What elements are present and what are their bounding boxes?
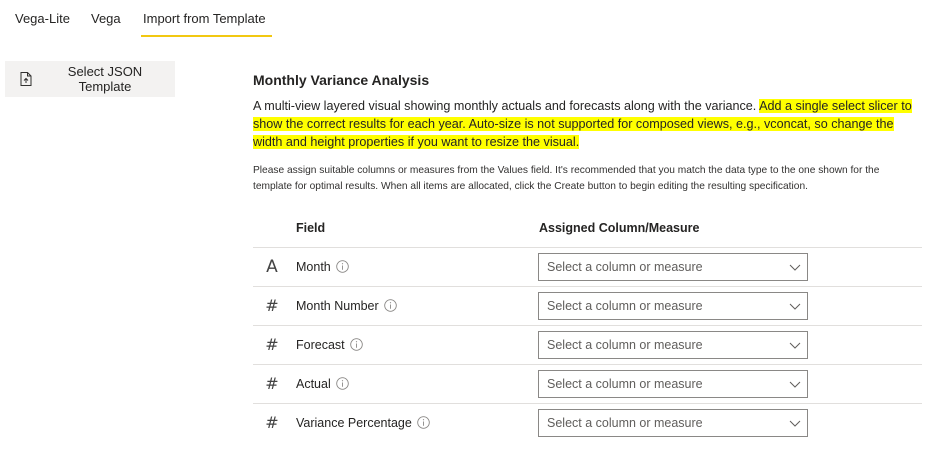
number-type-icon: # [265,374,279,393]
description-text: A multi-view layered visual showing mont… [253,99,760,113]
column-measure-dropdown[interactable]: Select a column or measure [538,253,808,281]
number-type-icon: # [265,413,279,432]
table-row: # Actual Select a column or measure [253,365,922,404]
file-upload-icon [19,71,33,87]
field-name: Variance Percentage [296,416,430,430]
info-icon[interactable] [335,377,349,390]
table-row: A Month Select a column or measure [253,248,922,287]
select-json-template-button[interactable]: Select JSON Template [5,61,175,97]
tab-import-from-template[interactable]: Import from Template [143,11,266,26]
tab-vega[interactable]: Vega [91,11,121,26]
template-title: Monthly Variance Analysis [253,72,430,88]
column-measure-dropdown[interactable]: Select a column or measure [538,409,808,437]
info-icon[interactable] [383,299,397,312]
chevron-down-icon [789,381,801,388]
field-label: Actual [296,377,331,391]
field-name: Month [296,260,349,274]
field-label: Forecast [296,338,345,352]
column-measure-dropdown[interactable]: Select a column or measure [538,292,808,320]
dropdown-placeholder: Select a column or measure [547,377,703,391]
field-label: Month Number [296,299,379,313]
tab-vega-lite[interactable]: Vega-Lite [15,11,70,26]
column-measure-dropdown[interactable]: Select a column or measure [538,370,808,398]
dropdown-placeholder: Select a column or measure [547,416,703,430]
field-assignment-table: Field Assigned Column/Measure A Month Se… [253,214,922,443]
info-icon[interactable] [349,338,363,351]
select-json-template-label: Select JSON Template [67,64,143,94]
field-name: Forecast [296,338,363,352]
table-row: # Month Number Select a column or measur… [253,287,922,326]
table-header: Field Assigned Column/Measure [253,214,922,248]
field-name: Month Number [296,299,397,313]
dropdown-placeholder: Select a column or measure [547,338,703,352]
info-icon[interactable] [417,416,430,429]
chevron-down-icon [789,303,801,310]
dropdown-placeholder: Select a column or measure [547,299,703,313]
table-row: # Variance Percentage Select a column or… [253,404,922,443]
template-description: A multi-view layered visual showing mont… [253,97,925,151]
info-icon[interactable] [335,260,349,273]
assignment-instructions: Please assign suitable columns or measur… [253,165,880,192]
active-tab-indicator [141,35,272,37]
number-type-icon: # [265,335,279,354]
field-label: Month [296,260,331,274]
table-row: # Forecast Select a column or measure [253,326,922,365]
number-type-icon: # [265,296,279,315]
field-column-header: Field [296,221,326,235]
dropdown-placeholder: Select a column or measure [547,260,703,274]
text-type-icon: A [266,257,278,277]
field-name: Actual [296,377,349,391]
template-import-page: Vega-Lite Vega Import from Template Sele… [0,0,938,462]
column-measure-dropdown[interactable]: Select a column or measure [538,331,808,359]
field-label: Variance Percentage [296,416,412,430]
chevron-down-icon [789,420,801,427]
assigned-column-header: Assigned Column/Measure [539,221,700,235]
chevron-down-icon [789,264,801,271]
chevron-down-icon [789,342,801,349]
